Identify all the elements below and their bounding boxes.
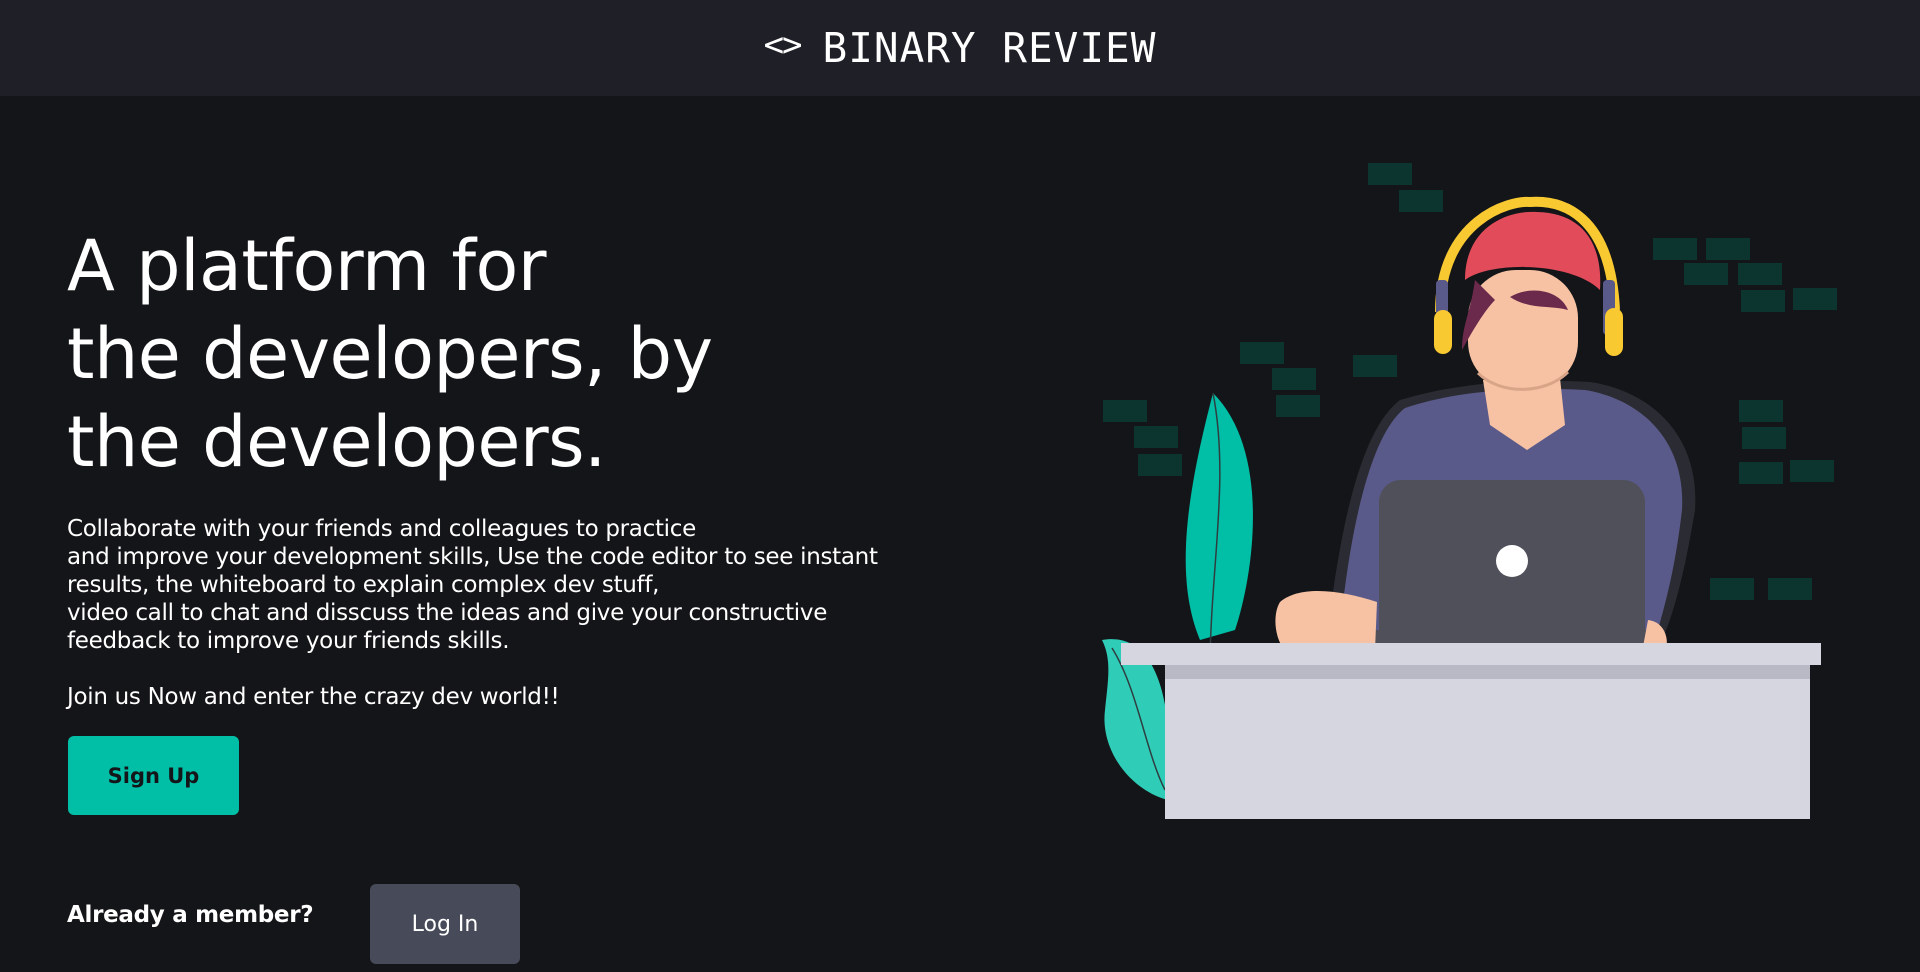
developer-figure	[1275, 196, 1696, 660]
description-line: feedback to improve your friends skills.	[67, 628, 510, 654]
code-brackets-icon: <>	[763, 25, 803, 65]
brand[interactable]: <> BINARY REVIEW	[764, 24, 1157, 72]
hero-description: Collaborate with your friends and collea…	[67, 515, 878, 655]
desk	[1121, 643, 1821, 819]
hero-title-line: A platform for	[67, 225, 547, 307]
description-line: video call to chat and disscuss the idea…	[67, 600, 828, 626]
hero-title-line: the developers.	[67, 401, 606, 483]
already-member-label: Already a member?	[67, 902, 314, 928]
log-in-button[interactable]: Log In	[370, 884, 520, 964]
description-line: and improve your development skills, Use…	[67, 544, 878, 570]
description-line: results, the whiteboard to explain compl…	[67, 572, 660, 598]
top-bar: <> BINARY REVIEW	[0, 0, 1920, 96]
brand-name: BINARY REVIEW	[822, 24, 1157, 72]
developer-at-desk-illustration	[1102, 163, 1837, 819]
join-text: Join us Now and enter the crazy dev worl…	[67, 684, 560, 710]
hero-title: A platform for the developers, by the de…	[67, 222, 713, 486]
description-line: Collaborate with your friends and collea…	[67, 516, 696, 542]
sign-up-button[interactable]: Sign Up	[68, 736, 239, 815]
hero-title-line: the developers, by	[67, 313, 713, 395]
